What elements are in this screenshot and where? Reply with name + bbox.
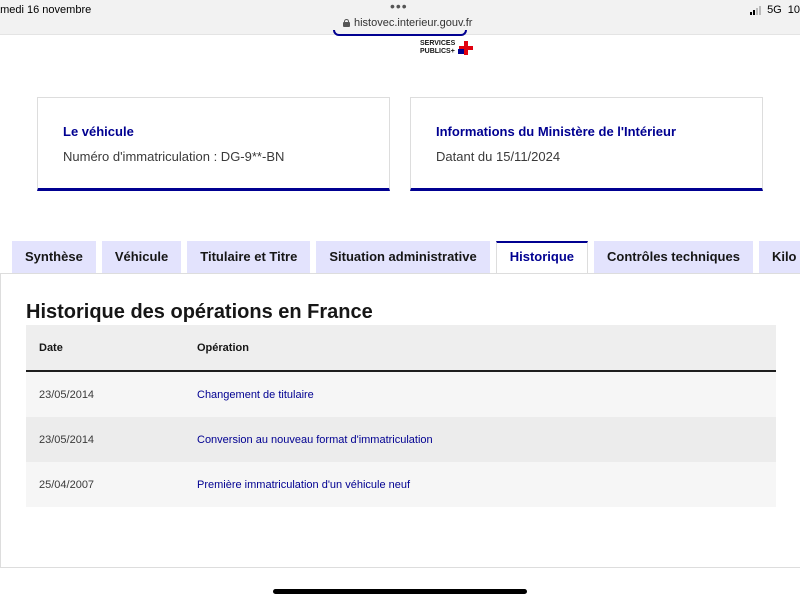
history-panel: Historique des opérations en France Date… xyxy=(0,273,800,568)
battery-label: 10 xyxy=(787,4,800,16)
table-row: 23/05/2014 Conversion au nouveau format … xyxy=(26,417,776,462)
column-header-operation: Opération xyxy=(197,341,249,354)
row-date: 23/05/2014 xyxy=(39,388,95,401)
more-dots-icon[interactable]: ••• xyxy=(390,0,408,14)
data-date: Datant du 15/11/2024 xyxy=(436,149,561,164)
history-title: Historique des opérations en France xyxy=(26,301,373,323)
lock-icon xyxy=(343,19,350,27)
tab-vehicule[interactable]: Véhicule xyxy=(101,241,182,273)
ministry-card-title: Informations du Ministère de l'Intérieur xyxy=(436,124,677,139)
report-tabs: Synthèse Véhicule Titulaire et Titre Sit… xyxy=(12,241,800,274)
tab-synthese[interactable]: Synthèse xyxy=(12,241,96,273)
column-header-date: Date xyxy=(39,341,63,354)
operation-link[interactable]: Conversion au nouveau format d'immatricu… xyxy=(197,434,433,446)
signal-icon xyxy=(750,5,762,15)
tab-titulaire-et-titre[interactable]: Titulaire et Titre xyxy=(187,241,311,273)
services-publics-logo[interactable]: SERVICES PUBLICS+ xyxy=(420,40,474,56)
operation-link[interactable]: Première immatriculation d'un véhicule n… xyxy=(197,479,410,491)
network-label: 5G xyxy=(767,4,782,16)
status-indicators: 5G 10 xyxy=(750,4,800,16)
status-date: amedi 16 novembre xyxy=(0,4,92,16)
table-row: 23/05/2014 Changement de titulaire xyxy=(26,372,776,417)
logo-text: SERVICES PUBLICS+ xyxy=(420,40,456,55)
address-bar[interactable]: histovec.interieur.gouv.fr xyxy=(343,17,472,29)
tab-situation-administrative[interactable]: Situation administrative xyxy=(316,241,490,273)
home-indicator[interactable] xyxy=(273,589,527,594)
registration-number: Numéro d'immatriculation : DG-9**-BN xyxy=(63,149,285,164)
table-row: 25/04/2007 Première immatriculation d'un… xyxy=(26,462,776,507)
table-header: Date Opération xyxy=(26,325,776,372)
tab-kilometrage[interactable]: Kilo xyxy=(758,241,800,273)
ministry-info-card: Informations du Ministère de l'Intérieur… xyxy=(410,97,763,191)
url-text: histovec.interieur.gouv.fr xyxy=(354,17,473,29)
tab-controles-techniques[interactable]: Contrôles techniques xyxy=(594,241,753,273)
vehicle-card: Le véhicule Numéro d'immatriculation : D… xyxy=(37,97,390,191)
browser-tab-indicator xyxy=(333,30,467,36)
logo-cross-icon xyxy=(458,41,474,55)
row-date: 25/04/2007 xyxy=(39,478,95,491)
history-table: Date Opération 23/05/2014 Changement de … xyxy=(26,325,776,507)
vehicle-card-title: Le véhicule xyxy=(63,124,134,139)
tab-historique[interactable]: Historique xyxy=(495,241,589,274)
operation-link[interactable]: Changement de titulaire xyxy=(197,389,314,401)
row-date: 23/05/2014 xyxy=(39,433,95,446)
